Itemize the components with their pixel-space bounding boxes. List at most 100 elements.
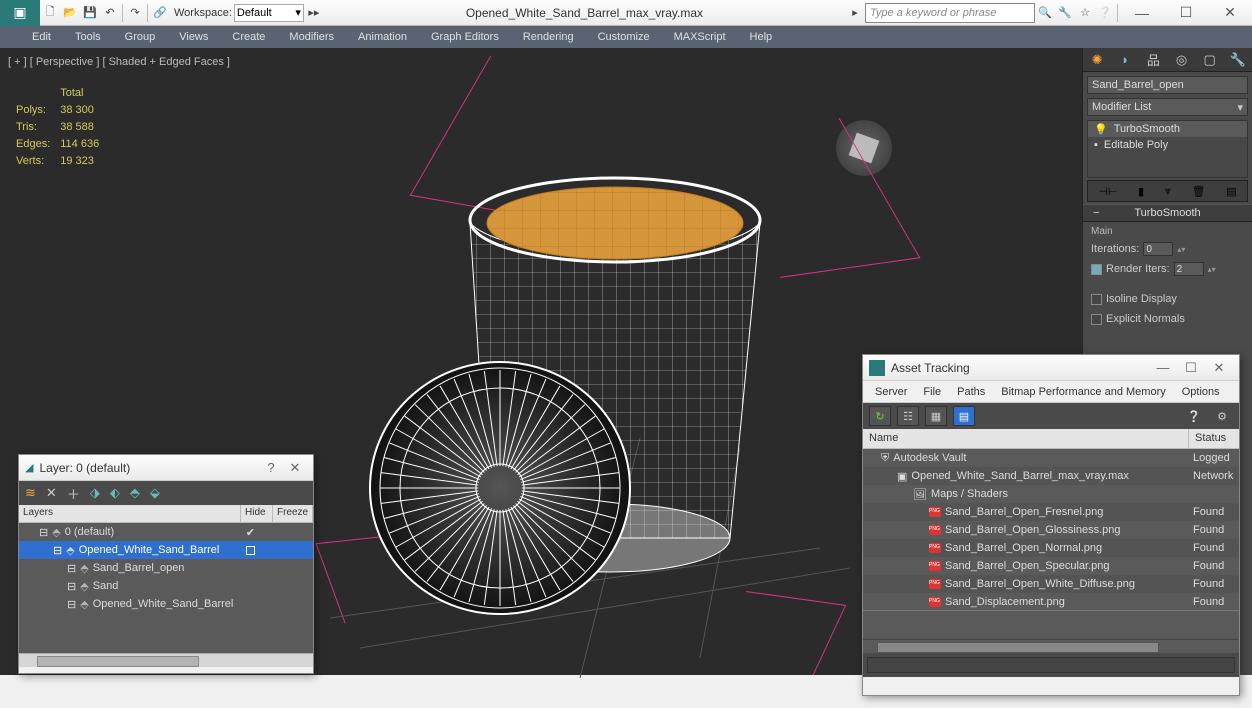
motion-tab-icon[interactable]: ◎ [1171,50,1193,70]
layer-row[interactable]: ⊟⬘Sand_Barrel_open [19,559,313,577]
favorite-icon[interactable]: ☆ [1076,4,1094,22]
asset-close-button[interactable]: ✕ [1205,360,1233,376]
asset-columns[interactable]: Name Status [863,429,1239,449]
search-prev-icon[interactable]: ▸ [846,4,864,22]
menu-animation[interactable]: Animation [346,26,419,48]
asset-row[interactable]: Sand_Barrel_Open_White_Diffuse.pngFound [863,575,1239,593]
viewport-label[interactable]: [ + ] [ Perspective ] [ Shaded + Edged F… [8,56,230,68]
layer-scrollbar[interactable] [19,653,313,667]
menu-create[interactable]: Create [220,26,277,48]
freeze-layer-icon[interactable]: ⬙ [150,485,160,501]
new-layer-icon[interactable]: ≋ [25,485,36,501]
menu-views[interactable]: Views [167,26,220,48]
hierarchy-tab-icon[interactable]: 品 [1142,50,1164,70]
modifier-list-combo[interactable]: Modifier List [1087,98,1248,116]
open-icon[interactable]: 📂 [61,4,79,22]
menu-edit[interactable]: Edit [20,26,63,48]
menu-graph-editors[interactable]: Graph Editors [419,26,511,48]
asset-view3-icon[interactable]: ▤ [953,406,975,426]
layer-list[interactable]: ⊟⬘0 (default)✔⊟⬘Opened_White_Sand_Barrel… [19,523,313,653]
rollout-header[interactable]: −TurboSmooth [1083,204,1252,222]
asset-settings-icon[interactable]: ⚙ [1211,406,1233,426]
rollout-section: Main [1091,226,1244,237]
asset-maximize-button[interactable]: ☐ [1177,360,1205,376]
asset-menu-item[interactable]: Paths [949,386,993,398]
asset-status-field[interactable] [863,653,1239,677]
asset-row[interactable]: ⛨Autodesk VaultLogged [863,449,1239,467]
asset-menu-item[interactable]: File [915,386,949,398]
minimize-button[interactable]: — [1120,0,1164,26]
asset-row[interactable]: Sand_Barrel_Open_Glossiness.pngFound [863,521,1239,539]
tool-icon[interactable]: 🔧 [1056,4,1074,22]
select-highlight-icon[interactable]: ⬗ [90,485,100,501]
layer-row[interactable]: ⊟⬘Sand [19,577,313,595]
layer-help-button[interactable]: ? [259,460,283,475]
asset-row[interactable]: Sand_Displacement.pngFound [863,593,1239,611]
asset-row[interactable]: ▣Opened_White_Sand_Barrel_max_vray.maxNe… [863,467,1239,485]
layer-close-button[interactable]: ✕ [283,460,307,476]
modify-tab-icon[interactable]: ◗ [1114,50,1136,70]
workspace-menu-icon[interactable]: ▸▸ [305,4,323,22]
layer-toolbar: ≋ ✕ ＋ ⬗ ⬖ ⬘ ⬙ [19,481,313,505]
layer-row[interactable]: ⊟⬘Opened_White_Sand_Barrel [19,541,313,559]
help-icon[interactable]: ❔ [1096,4,1114,22]
asset-menu-item[interactable]: Bitmap Performance and Memory [993,386,1173,398]
asset-scrollbar[interactable] [863,639,1239,653]
asset-row[interactable]: 🖼Maps / Shaders [863,485,1239,503]
explicit-checkbox[interactable] [1091,314,1102,325]
search-input[interactable]: Type a keyword or phrase [865,3,1035,23]
asset-row[interactable]: Sand_Barrel_Open_Normal.pngFound [863,539,1239,557]
app-icon[interactable]: ▣ [0,0,40,26]
menu-modifiers[interactable]: Modifiers [277,26,346,48]
asset-window[interactable]: Asset Tracking — ☐ ✕ ServerFilePathsBitm… [862,354,1240,696]
search-icon[interactable]: 🔍 [1036,4,1054,22]
asset-list[interactable]: ⛨Autodesk VaultLogged▣Opened_White_Sand_… [863,449,1239,639]
render-iters-checkbox[interactable] [1091,264,1102,275]
asset-view2-icon[interactable]: ▦ [925,406,947,426]
remove-mod-icon[interactable]: 🗑 [1192,185,1206,198]
asset-titlebar[interactable]: Asset Tracking — ☐ ✕ [863,355,1239,381]
delete-layer-icon[interactable]: ✕ [46,485,57,501]
menu-maxscript[interactable]: MAXScript [662,26,738,48]
asset-row[interactable]: Sand_Barrel_Open_Fresnel.pngFound [863,503,1239,521]
menu-customize[interactable]: Customize [586,26,662,48]
create-tab-icon[interactable]: ✺ [1086,50,1108,70]
render-iters-spinner[interactable]: 2 [1174,262,1204,276]
save-icon[interactable]: 💾 [81,4,99,22]
asset-minimize-button[interactable]: — [1149,360,1177,375]
layer-titlebar[interactable]: ◢ Layer: 0 (default) ? ✕ [19,455,313,481]
maximize-button[interactable]: ☐ [1164,0,1208,26]
isoline-checkbox[interactable] [1091,294,1102,305]
undo-icon[interactable]: ↶ [101,4,119,22]
close-button[interactable]: ✕ [1208,0,1252,26]
link-icon[interactable]: 🔗 [151,4,169,22]
add-layer-icon[interactable]: ＋ [67,484,80,503]
asset-menu-item[interactable]: Server [867,386,915,398]
asset-menu-item[interactable]: Options [1174,386,1228,398]
asset-view1-icon[interactable]: ☷ [897,406,919,426]
new-icon[interactable]: 🗋 [41,4,59,22]
pin-stack-icon[interactable]: ⊣⊢ [1098,185,1117,198]
layer-window[interactable]: ◢ Layer: 0 (default) ? ✕ ≋ ✕ ＋ ⬗ ⬖ ⬘ ⬙ L… [18,454,314,674]
object-name-field[interactable]: Sand_Barrel_open [1087,76,1248,94]
layer-row[interactable]: ⊟⬘0 (default)✔ [19,523,313,541]
hide-layer-icon[interactable]: ⬘ [130,485,140,501]
menu-rendering[interactable]: Rendering [511,26,586,48]
asset-help-icon[interactable]: ❔ [1183,406,1205,426]
redo-icon[interactable]: ↷ [126,4,144,22]
make-unique-icon[interactable]: ⩔ [1165,185,1171,198]
asset-refresh-icon[interactable]: ↻ [869,406,891,426]
configure-icon[interactable]: ▤ [1226,185,1236,198]
menu-help[interactable]: Help [738,26,785,48]
iterations-spinner[interactable]: 0 [1143,242,1173,256]
display-tab-icon[interactable]: ▢ [1199,50,1221,70]
menu-tools[interactable]: Tools [63,26,113,48]
workspace-combo[interactable]: Default▾ [234,4,304,22]
show-result-icon[interactable]: ▮ [1138,185,1144,198]
layer-row[interactable]: ⊟⬘Opened_White_Sand_Barrel [19,595,313,613]
menu-group[interactable]: Group [113,26,168,48]
utilities-tab-icon[interactable]: 🔧 [1227,50,1249,70]
modifier-stack[interactable]: 💡TurboSmooth ▪Editable Poly [1087,120,1248,178]
asset-row[interactable]: Sand_Barrel_Open_Specular.pngFound [863,557,1239,575]
select-layer-icon[interactable]: ⬖ [110,485,120,501]
